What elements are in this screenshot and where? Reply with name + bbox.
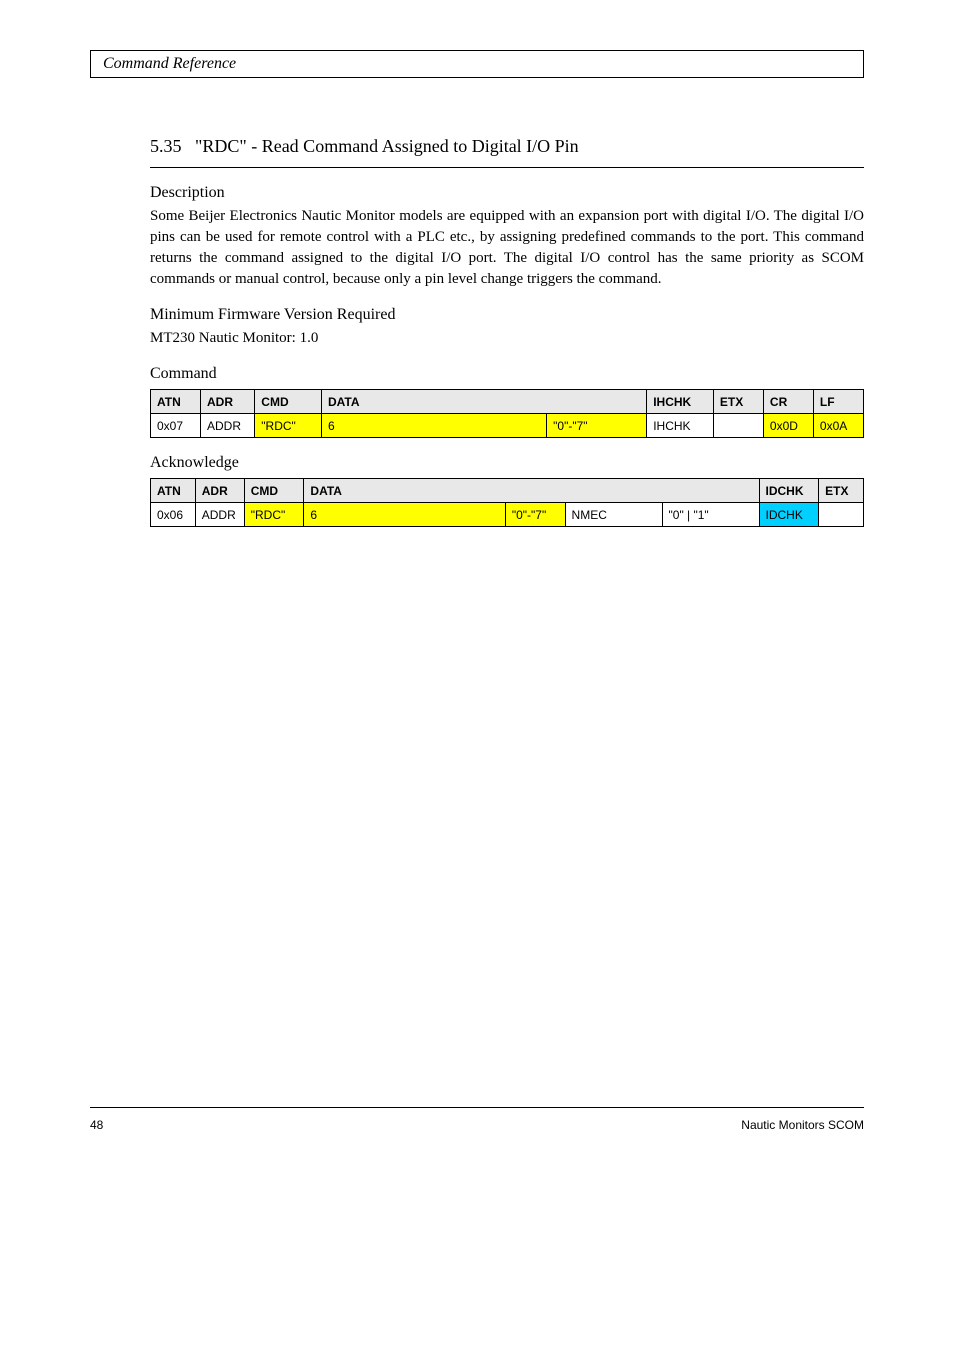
ack-table: ATN ADR CMD DATA IDCHK ETX 0x06 ADDR "RD… bbox=[150, 478, 864, 527]
th-ihchk: IHCHK bbox=[647, 390, 714, 414]
th-cr: CR bbox=[763, 390, 813, 414]
cell-cmd: "RDC" bbox=[255, 414, 322, 438]
page-footer: 48 Nautic Monitors SCOM bbox=[90, 1107, 864, 1132]
firmware-text: MT230 Nautic Monitor: 1.0 bbox=[150, 328, 864, 349]
description-text: Some Beijer Electronics Nautic Monitor m… bbox=[150, 206, 864, 290]
th-adr: ADR bbox=[195, 479, 244, 503]
header-title: Command Reference bbox=[103, 55, 236, 72]
cell-ihchk: IHCHK bbox=[647, 414, 714, 438]
table-row: 0x06 ADDR "RDC" 6 "0"-"7" NMEC "0" | "1"… bbox=[151, 503, 864, 527]
th-data: DATA bbox=[321, 390, 646, 414]
th-atn: ATN bbox=[151, 479, 196, 503]
th-data: DATA bbox=[304, 479, 759, 503]
section-title-text: "RDC" - Read Command Assigned to Digital… bbox=[195, 136, 579, 156]
cell-etx bbox=[819, 503, 864, 527]
cell-cmd: "RDC" bbox=[244, 503, 304, 527]
th-cmd: CMD bbox=[244, 479, 304, 503]
table-header-row: ATN ADR CMD DATA IDCHK ETX bbox=[151, 479, 864, 503]
cell-pin: "0"-"7" bbox=[505, 503, 565, 527]
section-rule bbox=[150, 167, 864, 168]
th-lf: LF bbox=[813, 390, 863, 414]
cell-data: 6 bbox=[304, 503, 505, 527]
th-idchk: IDCHK bbox=[759, 479, 819, 503]
th-adr: ADR bbox=[201, 390, 255, 414]
th-cmd: CMD bbox=[255, 390, 322, 414]
cell-atn: 0x06 bbox=[151, 503, 196, 527]
firmware-heading: Minimum Firmware Version Required bbox=[150, 306, 864, 324]
cell-idchk: IDCHK bbox=[759, 503, 819, 527]
th-etx: ETX bbox=[819, 479, 864, 503]
th-atn: ATN bbox=[151, 390, 201, 414]
table-header-row: ATN ADR CMD DATA IHCHK ETX CR LF bbox=[151, 390, 864, 414]
page-number: 48 bbox=[90, 1118, 103, 1132]
cell-adr: ADDR bbox=[195, 503, 244, 527]
cell-atn: 0x07 bbox=[151, 414, 201, 438]
main-content: 5.35 "RDC" - Read Command Assigned to Di… bbox=[150, 136, 864, 527]
cell-nmec: NMEC bbox=[565, 503, 662, 527]
section-heading: 5.35 "RDC" - Read Command Assigned to Di… bbox=[150, 136, 864, 157]
cell-etx bbox=[713, 414, 763, 438]
cell-lf: 0x0A bbox=[813, 414, 863, 438]
section-number: 5.35 bbox=[150, 136, 182, 156]
doc-title: Nautic Monitors SCOM bbox=[741, 1118, 864, 1132]
table-row: 0x07 ADDR "RDC" 6 "0"-"7" IHCHK 0x0D 0x0… bbox=[151, 414, 864, 438]
th-etx: ETX bbox=[713, 390, 763, 414]
page-header: Command Reference bbox=[90, 50, 864, 78]
command-table: ATN ADR CMD DATA IHCHK ETX CR LF 0x07 AD… bbox=[150, 389, 864, 438]
description-heading: Description bbox=[150, 184, 864, 202]
cell-data: 6 bbox=[321, 414, 546, 438]
cell-cr: 0x0D bbox=[763, 414, 813, 438]
cell-pin: "0"-"7" bbox=[547, 414, 647, 438]
cell-level: "0" | "1" bbox=[662, 503, 759, 527]
cell-adr: ADDR bbox=[201, 414, 255, 438]
command-heading: Command bbox=[150, 365, 864, 383]
ack-heading: Acknowledge bbox=[150, 454, 864, 472]
